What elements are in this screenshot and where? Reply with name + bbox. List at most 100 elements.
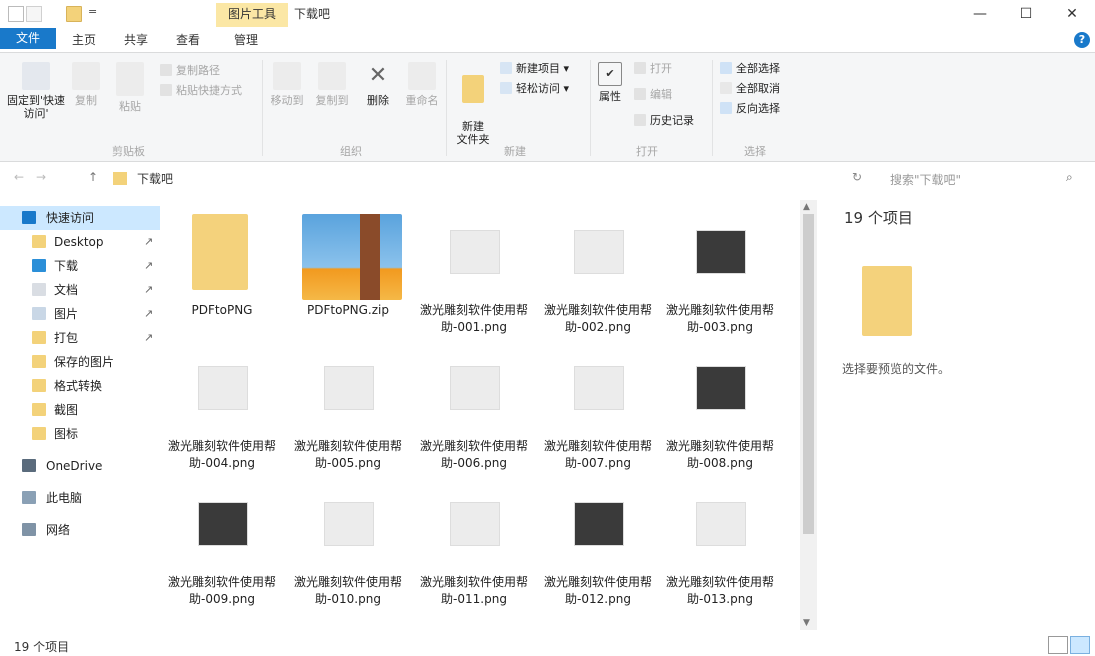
new-folder-quick-icon[interactable] [66,6,82,22]
scrollbar-thumb[interactable] [803,214,814,534]
tab-share[interactable]: 共享 [124,31,148,48]
copy-button[interactable]: 复制 [66,62,106,107]
tab-view[interactable]: 查看 [176,31,200,48]
file-name-label[interactable]: 激光雕刻软件使用帮助-009.png [162,574,282,608]
file-name-label[interactable]: 激光雕刻软件使用帮助-002.png [538,302,658,336]
sidebar-item[interactable]: 快速访问 [0,206,160,230]
image-thumbnail[interactable] [324,502,374,546]
image-thumbnail[interactable] [574,230,624,274]
back-button[interactable]: ← [14,170,24,184]
file-name-label[interactable]: 激光雕刻软件使用帮助-008.png [660,438,780,472]
new-item-button[interactable]: 新建项目 ▾ [500,60,569,78]
image-thumbnail[interactable] [324,366,374,410]
properties-button[interactable]: ✔ 属性 [594,62,626,103]
file-name-label[interactable]: 激光雕刻软件使用帮助-007.png [538,438,658,472]
file-name-label[interactable]: 激光雕刻软件使用帮助-005.png [288,438,408,472]
folder-icon [32,331,46,344]
zip-archive-icon[interactable] [302,214,402,300]
image-thumbnail[interactable] [198,502,248,546]
sidebar-item[interactable]: 打包 ↗ [0,326,160,350]
delete-button[interactable]: ✕ 删除 [360,62,396,107]
app-icon[interactable] [8,6,24,22]
file-name-label[interactable]: 激光雕刻软件使用帮助-004.png [162,438,282,472]
easy-access-label: 轻松访问 [516,82,560,95]
image-thumbnail[interactable] [450,502,500,546]
edit-label: 编辑 [650,88,672,101]
file-name-label[interactable]: PDFtoPNG [162,302,282,319]
pin-icon[interactable]: ↗ [144,302,153,326]
image-thumbnail[interactable] [574,366,624,410]
file-name-label[interactable]: 激光雕刻软件使用帮助-006.png [414,438,534,472]
scroll-up-icon[interactable]: ▲ [803,202,810,212]
cloud-icon [22,459,36,472]
sidebar-item[interactable]: 保存的图片 [0,350,160,374]
sidebar-item[interactable]: 网络 [0,518,160,542]
file-name-label[interactable]: PDFtoPNG.zip [288,302,408,319]
tab-file[interactable]: 文件 [0,28,56,49]
folder-icon[interactable] [192,214,248,290]
maximize-button[interactable]: ☐ [1003,0,1049,28]
open-button[interactable]: 打开 [634,60,672,78]
history-button[interactable]: 历史记录 [634,112,694,130]
close-button[interactable]: ✕ [1049,0,1095,28]
invert-selection-button[interactable]: 反向选择 [720,100,780,118]
edit-button[interactable]: 编辑 [634,86,672,104]
sidebar-item[interactable]: Desktop ↗ [0,230,160,254]
tab-manage[interactable]: 管理 [234,31,258,48]
rename-button[interactable]: 重命名 [400,62,444,107]
image-thumbnail[interactable] [696,366,746,410]
help-icon[interactable]: ? [1074,32,1090,48]
sidebar-item[interactable]: OneDrive [0,454,160,478]
sidebar-item[interactable]: 此电脑 [0,486,160,510]
minimize-button[interactable]: — [957,0,1003,28]
sidebar-item[interactable]: 格式转换 [0,374,160,398]
quick-access-dropdown-icon[interactable]: = [88,5,97,18]
file-name-label[interactable]: 激光雕刻软件使用帮助-013.png [660,574,780,608]
pin-icon[interactable]: ↗ [144,278,153,302]
image-thumbnail[interactable] [696,230,746,274]
properties-quick-icon[interactable] [26,6,42,22]
sidebar-item[interactable]: 图标 [0,422,160,446]
current-path[interactable]: 下载吧 [137,170,173,187]
image-thumbnail[interactable] [198,366,248,410]
pin-icon[interactable]: ↗ [144,326,153,350]
picture-tools-context-tab[interactable]: 图片工具 [216,3,288,27]
rename-icon [408,62,436,90]
sidebar-item[interactable]: 图片 ↗ [0,302,160,326]
details-view-icon[interactable] [1048,636,1068,654]
up-button[interactable]: ↑ [88,170,98,184]
image-thumbnail[interactable] [450,366,500,410]
sidebar-item[interactable]: 截图 [0,398,160,422]
large-icons-view-icon[interactable] [1070,636,1090,654]
search-icon[interactable]: ⌕ [1066,170,1073,185]
file-name-label[interactable]: 激光雕刻软件使用帮助-011.png [414,574,534,608]
search-input[interactable]: 搜索"下载吧" [884,168,1062,190]
forward-button[interactable]: → [36,170,46,184]
pin-icon[interactable]: ↗ [144,230,153,254]
image-thumbnail[interactable] [696,502,746,546]
file-name-label[interactable]: 激光雕刻软件使用帮助-003.png [660,302,780,336]
paste-shortcut-button[interactable]: 粘贴快捷方式 [160,82,242,100]
tab-home[interactable]: 主页 [72,31,96,48]
paste-button[interactable]: 粘贴 [106,62,154,113]
sidebar-item-label: 网络 [46,523,71,537]
scroll-down-icon[interactable]: ▼ [803,618,810,628]
select-none-button[interactable]: 全部取消 [720,80,780,98]
easy-access-button[interactable]: 轻松访问 ▾ [500,80,569,98]
address-bar[interactable]: 下载吧 [110,168,824,192]
refresh-button[interactable]: ↻ [852,170,862,184]
copy-to-button[interactable]: 复制到 [310,62,354,107]
sidebar-item[interactable]: 文档 ↗ [0,278,160,302]
copy-path-button[interactable]: 复制路径 [160,62,220,80]
file-name-label[interactable]: 激光雕刻软件使用帮助-010.png [288,574,408,608]
sidebar-item[interactable]: 下载 ↗ [0,254,160,278]
pin-quick-access-button[interactable]: 固定到'快速访问' [6,62,66,120]
move-to-button[interactable]: 移动到 [266,62,308,107]
file-name-label[interactable]: 激光雕刻软件使用帮助-001.png [414,302,534,336]
pin-icon[interactable]: ↗ [144,254,153,278]
image-thumbnail[interactable] [450,230,500,274]
new-folder-button[interactable]: 新建 文件夹 [450,62,496,146]
select-all-button[interactable]: 全部选择 [720,60,780,78]
file-name-label[interactable]: 激光雕刻软件使用帮助-012.png [538,574,658,608]
image-thumbnail[interactable] [574,502,624,546]
